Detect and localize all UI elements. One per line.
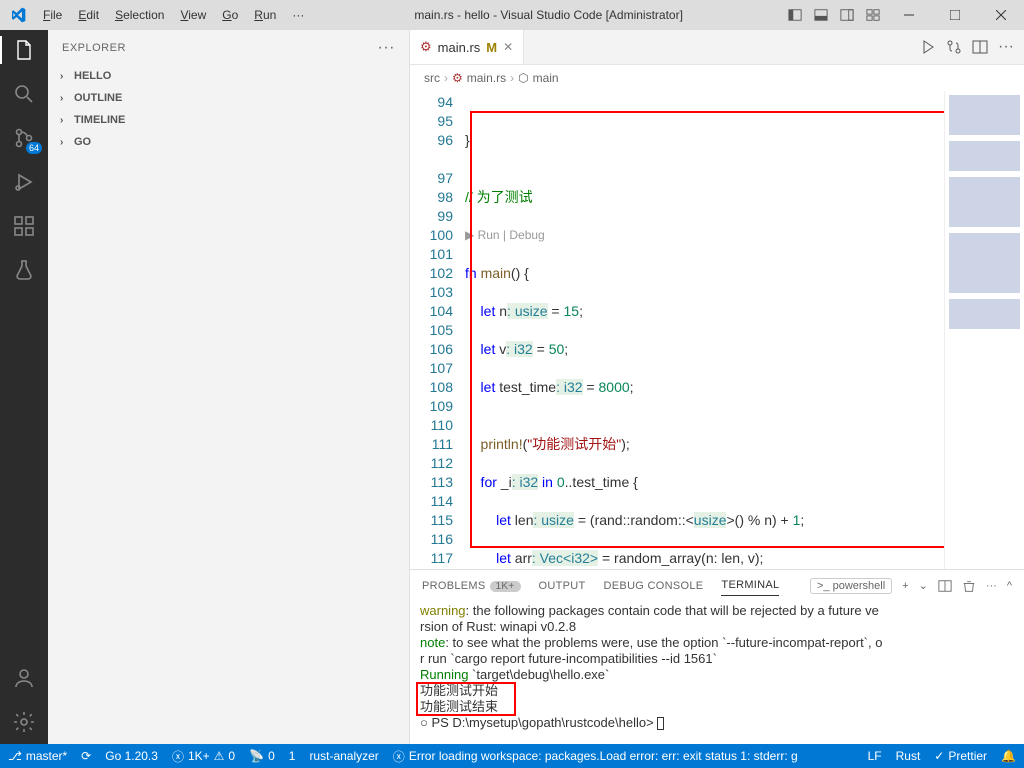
status-notifications-icon[interactable]: 🔔 — [1001, 749, 1016, 763]
toggle-primary-sidebar-icon[interactable] — [786, 6, 804, 24]
window-controls — [886, 0, 1024, 30]
breadcrumb[interactable]: src› ⚙main.rs› ⬡main — [410, 65, 1024, 91]
terminal-dropdown-icon[interactable]: ⌄ — [919, 579, 928, 592]
section-hello[interactable]: ›HELLO — [48, 65, 409, 87]
tab-problems[interactable]: PROBLEMS1K+ — [422, 576, 521, 596]
search-icon[interactable] — [10, 80, 38, 108]
tab-main-rs[interactable]: ⚙ main.rs M ✕ — [410, 30, 524, 64]
code-area[interactable]: 9495969798991001011021031041051061071081… — [410, 91, 1024, 569]
menu-bar: File Edit Selection View Go Run ··· — [36, 5, 311, 25]
split-terminal-icon[interactable] — [938, 579, 952, 593]
status-prettier[interactable]: ✓ Prettier — [934, 749, 987, 763]
tab-label: main.rs — [438, 40, 481, 55]
source-control-icon[interactable]: 64 — [10, 124, 38, 152]
toggle-secondary-sidebar-icon[interactable] — [838, 6, 856, 24]
status-go[interactable]: Go 1.20.3 — [105, 749, 158, 763]
panel-tabs: PROBLEMS1K+ OUTPUT DEBUG CONSOLE TERMINA… — [410, 570, 1024, 601]
maximize-button[interactable] — [932, 0, 978, 30]
terminal-content[interactable]: warning: the following packages contain … — [410, 601, 1024, 744]
tab-modified: M — [486, 40, 497, 55]
tab-bar: ⚙ main.rs M ✕ ··· — [410, 30, 1024, 65]
terminal-shell-select[interactable]: >_ powershell — [810, 578, 892, 594]
scm-badge: 64 — [26, 142, 42, 154]
rust-file-icon: ⚙ — [420, 39, 432, 55]
explorer-icon[interactable] — [10, 36, 38, 64]
window-title: main.rs - hello - Visual Studio Code [Ad… — [311, 8, 786, 22]
tab-close-icon[interactable]: ✕ — [503, 40, 513, 54]
explorer-title: EXPLORER — [62, 42, 126, 54]
run-debug-icon[interactable] — [10, 168, 38, 196]
status-analyzer[interactable]: rust-analyzer — [309, 749, 378, 763]
section-go[interactable]: ›GO — [48, 131, 409, 153]
extensions-icon[interactable] — [10, 212, 38, 240]
tab-terminal[interactable]: TERMINAL — [721, 575, 779, 596]
editor-group: ⚙ main.rs M ✕ ··· src› ⚙main.rs› ⬡main 9… — [410, 30, 1024, 744]
new-terminal-icon[interactable]: + — [902, 580, 908, 592]
menu-file[interactable]: File — [36, 5, 69, 25]
menu-run[interactable]: Run — [247, 5, 283, 25]
status-sync[interactable]: ⟳ — [81, 749, 91, 763]
status-error-msg[interactable]: ⓧ Error loading workspace: packages.Load… — [393, 748, 798, 765]
explorer-sidebar: EXPLORER ··· ›HELLO ›OUTLINE ›TIMELINE ›… — [48, 30, 410, 744]
crumb-src[interactable]: src — [424, 71, 440, 85]
explorer-more-icon[interactable]: ··· — [378, 39, 395, 57]
code-content[interactable]: } // 为了测试 ▶ Run | Debug fn main() { let … — [465, 91, 944, 569]
split-editor-icon[interactable] — [972, 39, 988, 55]
status-line[interactable]: 1 — [289, 749, 296, 763]
close-button[interactable] — [978, 0, 1024, 30]
layout-controls — [786, 6, 886, 24]
customize-layout-icon[interactable] — [864, 6, 882, 24]
status-ports[interactable]: 📡 0 — [249, 749, 275, 763]
section-timeline[interactable]: ›TIMELINE — [48, 109, 409, 131]
status-branch[interactable]: ⎇ master* — [8, 749, 67, 763]
crumb-file[interactable]: main.rs — [467, 71, 506, 85]
bottom-panel: PROBLEMS1K+ OUTPUT DEBUG CONSOLE TERMINA… — [410, 569, 1024, 744]
editor-actions: ··· — [920, 30, 1024, 64]
editor-more-icon[interactable]: ··· — [998, 38, 1014, 56]
status-eol[interactable]: LF — [868, 749, 882, 763]
maximize-panel-icon[interactable]: ^ — [1007, 580, 1012, 592]
toggle-panel-icon[interactable] — [812, 6, 830, 24]
kill-terminal-icon[interactable] — [962, 579, 976, 593]
tab-output[interactable]: OUTPUT — [539, 576, 586, 596]
settings-gear-icon[interactable] — [10, 708, 38, 736]
accounts-icon[interactable] — [10, 664, 38, 692]
menu-more[interactable]: ··· — [285, 5, 311, 25]
section-outline[interactable]: ›OUTLINE — [48, 87, 409, 109]
run-icon[interactable] — [920, 39, 936, 55]
status-problems[interactable]: ⓧ 1K+ ⚠ 0 — [172, 748, 235, 765]
tab-debug-console[interactable]: DEBUG CONSOLE — [604, 576, 704, 596]
menu-view[interactable]: View — [173, 5, 213, 25]
status-lang[interactable]: Rust — [896, 749, 921, 763]
explorer-header: EXPLORER ··· — [48, 30, 409, 65]
status-bar: ⎇ master* ⟳ Go 1.20.3 ⓧ 1K+ ⚠ 0 📡 0 1 ru… — [0, 744, 1024, 768]
crumb-symbol[interactable]: main — [533, 71, 559, 85]
menu-go[interactable]: Go — [215, 5, 245, 25]
activity-bar: 64 — [0, 30, 48, 744]
menu-edit[interactable]: Edit — [71, 5, 106, 25]
gutter: 9495969798991001011021031041051061071081… — [410, 91, 465, 569]
codelens-run-debug[interactable]: ▶ Run | Debug — [465, 226, 944, 245]
titlebar: File Edit Selection View Go Run ··· main… — [0, 0, 1024, 30]
menu-selection[interactable]: Selection — [108, 5, 171, 25]
testing-icon[interactable] — [10, 256, 38, 284]
minimize-button[interactable] — [886, 0, 932, 30]
git-compare-icon[interactable] — [946, 39, 962, 55]
panel-more-icon[interactable]: ··· — [986, 580, 997, 592]
minimap[interactable] — [944, 91, 1024, 569]
vscode-logo-icon — [0, 7, 36, 23]
